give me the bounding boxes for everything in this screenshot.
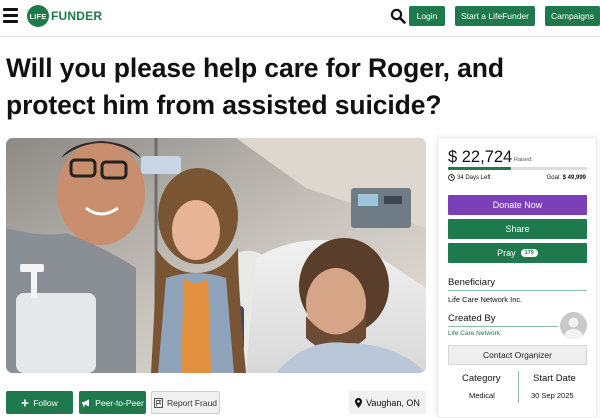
flag-icon [153,397,163,408]
organizer-link[interactable]: Life Care Network [448,330,500,337]
map-pin-icon [355,397,363,408]
donate-now-button[interactable]: Donate Now [448,195,587,215]
category-value: Medical [469,391,495,400]
days-left-text: 34 Days Left [457,174,491,181]
beneficiary-name: Life Care Network Inc. [448,295,523,304]
campaigns-button[interactable]: Campaigns [545,6,600,26]
campaign-photo [6,138,426,373]
contact-organizer-button[interactable]: Contact Organizer [448,345,587,365]
megaphone-icon [82,399,90,406]
start-date-value: 30 Sep 2025 [531,391,574,400]
start-date-heading: Start Date [533,373,576,384]
goal-label: Goal: [546,175,561,181]
created-by-divider [448,326,558,327]
follow-label: Follow [33,397,58,408]
follow-button[interactable]: Follow [6,391,73,414]
pray-button[interactable]: Pray 179 [448,243,587,263]
search-icon[interactable] [390,8,406,24]
pray-label: Pray [497,248,516,258]
goal: Goal: $ 49,999 [547,175,586,181]
location-text: Vaughan, ON [366,397,420,408]
progress-bar [448,167,587,170]
location-badge: Vaughan, ON [349,391,426,414]
raised-label: Raised: [514,157,533,163]
top-nav: LIFE FUNDER Login Start a LifeFunder Cam… [0,0,600,33]
start-lifefunder-button[interactable]: Start a LifeFunder [455,6,535,26]
logo-badge: LIFE [27,5,49,27]
donation-card: $ 22,724 Raised: 34 Days Left Goal: $ 49… [437,137,597,418]
progress-fill [448,167,512,170]
goal-value: $ 49,999 [562,175,586,181]
category-heading: Category [462,373,501,384]
peer-to-peer-label: Peer-to-Peer [95,397,144,408]
user-icon[interactable] [560,312,587,339]
beneficiary-divider [448,290,587,291]
menu-icon[interactable] [3,8,18,23]
peer-to-peer-button[interactable]: Peer-to-Peer [79,391,146,414]
header-divider [0,36,600,37]
report-fraud-label: Report Fraud [166,397,218,408]
plus-icon [21,399,29,406]
share-button[interactable]: Share [448,219,587,239]
clock-icon [448,174,455,181]
pray-count-badge: 179 [520,249,538,257]
logo-wordmark: FUNDER [51,9,103,23]
login-button[interactable]: Login [409,6,445,26]
days-left: 34 Days Left [448,174,491,181]
created-by-heading: Created By [448,313,496,324]
report-fraud-button[interactable]: Report Fraud [151,391,220,414]
site-logo[interactable]: LIFE FUNDER [27,5,102,27]
meta-separator [518,371,519,403]
raised-amount: $ 22,724 [448,148,513,166]
campaign-title: Will you please help care for Roger, and… [6,53,504,120]
beneficiary-heading: Beneficiary [448,277,495,288]
